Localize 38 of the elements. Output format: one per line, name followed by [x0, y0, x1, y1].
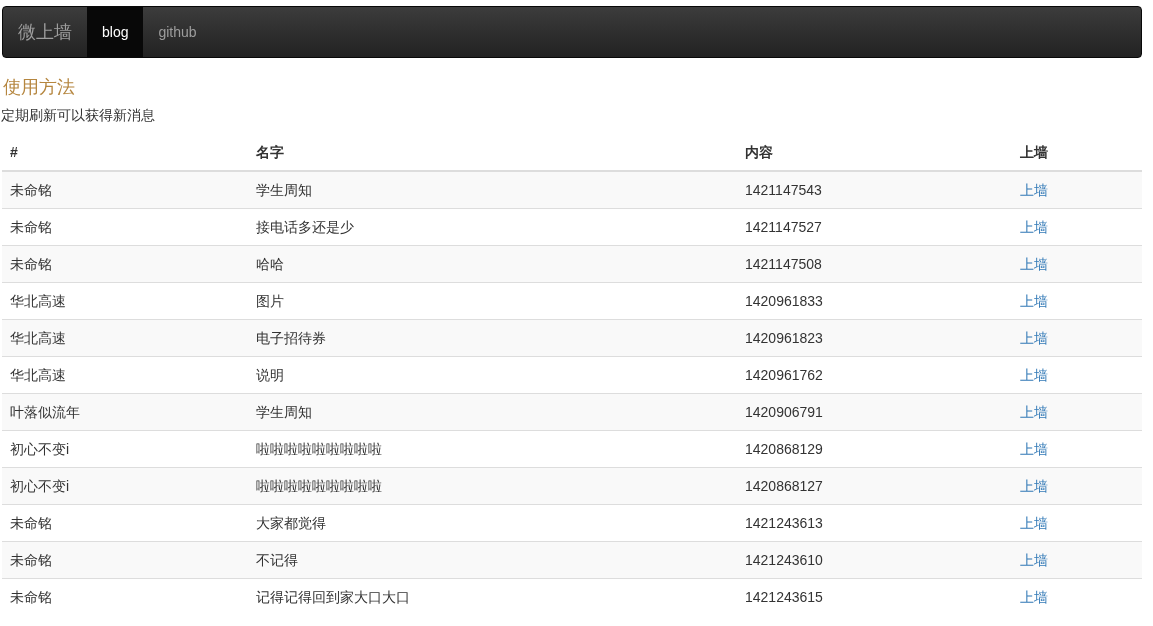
table-cell: 学生周知: [248, 393, 737, 431]
brand-link[interactable]: 微上墙: [3, 7, 87, 57]
section-heading: 使用方法: [3, 76, 76, 99]
table-cell: 1420906791: [737, 393, 1012, 431]
post-link[interactable]: 上墙: [1020, 478, 1048, 494]
table-cell: 未命铭: [2, 171, 248, 209]
post-link[interactable]: 上墙: [1020, 552, 1048, 568]
post-link[interactable]: 上墙: [1020, 219, 1048, 235]
table-cell: 1420868127: [737, 467, 1012, 505]
post-link[interactable]: 上墙: [1020, 293, 1048, 309]
table-cell: 哈哈: [248, 245, 737, 283]
post-link[interactable]: 上墙: [1020, 330, 1048, 346]
post-link[interactable]: 上墙: [1020, 182, 1048, 198]
table-cell: 未命铭: [2, 541, 248, 579]
post-link[interactable]: 上墙: [1020, 589, 1048, 605]
table-cell: 叶落似流年: [2, 393, 248, 431]
table-cell: 1421243610: [737, 541, 1012, 579]
post-link[interactable]: 上墙: [1020, 404, 1048, 420]
table-cell: 学生周知: [248, 171, 737, 209]
description-text: 定期刷新可以获得新消息: [1, 106, 156, 125]
table-cell: 1421147543: [737, 171, 1012, 209]
table-cell: 1420961823: [737, 319, 1012, 357]
post-link[interactable]: 上墙: [1020, 441, 1048, 457]
table-cell: 初心不变i: [2, 467, 248, 505]
post-link[interactable]: 上墙: [1020, 256, 1048, 272]
table-cell: 1421147508: [737, 245, 1012, 283]
table-cell: 啦啦啦啦啦啦啦啦啦: [248, 467, 737, 505]
post-link[interactable]: 上墙: [1020, 367, 1048, 383]
table-cell: 华北高速: [2, 319, 248, 357]
table-cell: 不记得: [248, 541, 737, 579]
table-cell: 未命铭: [2, 578, 248, 615]
table-cell: 电子招待券: [248, 319, 737, 357]
post-link[interactable]: 上墙: [1020, 515, 1048, 531]
nav-link[interactable]: github: [143, 7, 212, 57]
table-cell: 1421243615: [737, 578, 1012, 615]
nav-link[interactable]: blog: [87, 7, 144, 57]
table-cell: 记得记得回到家大口大口: [248, 578, 737, 615]
table-cell: 未命铭: [2, 245, 248, 283]
